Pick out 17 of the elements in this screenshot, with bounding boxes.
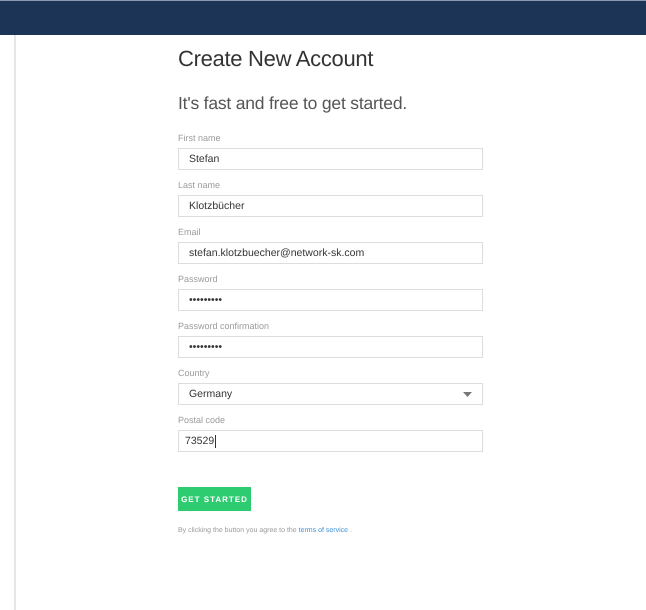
page-subtitle: It's fast and free to get started.: [178, 93, 408, 114]
field-label: Email: [178, 227, 202, 237]
country-select[interactable]: Germany: [178, 383, 483, 405]
field-label: Postal code: [178, 415, 226, 425]
input-field[interactable]: stefan.klotzbuecher@network-sk.com: [178, 242, 483, 264]
field-label: Country: [178, 368, 211, 378]
input-field[interactable]: Klotzbücher: [178, 195, 483, 217]
input-field[interactable]: 73529: [178, 430, 483, 452]
field-label: Password confirmation: [178, 321, 270, 331]
caret-icon: [463, 392, 472, 396]
page-title: Create New Account: [178, 46, 374, 72]
input-field[interactable]: Stefan: [178, 148, 483, 170]
field-label: First name: [178, 133, 222, 143]
input-field[interactable]: •••••••••: [178, 289, 483, 311]
field-label: Password: [178, 274, 219, 284]
input-field[interactable]: •••••••••: [178, 336, 483, 358]
field-label: Last name: [178, 180, 222, 190]
